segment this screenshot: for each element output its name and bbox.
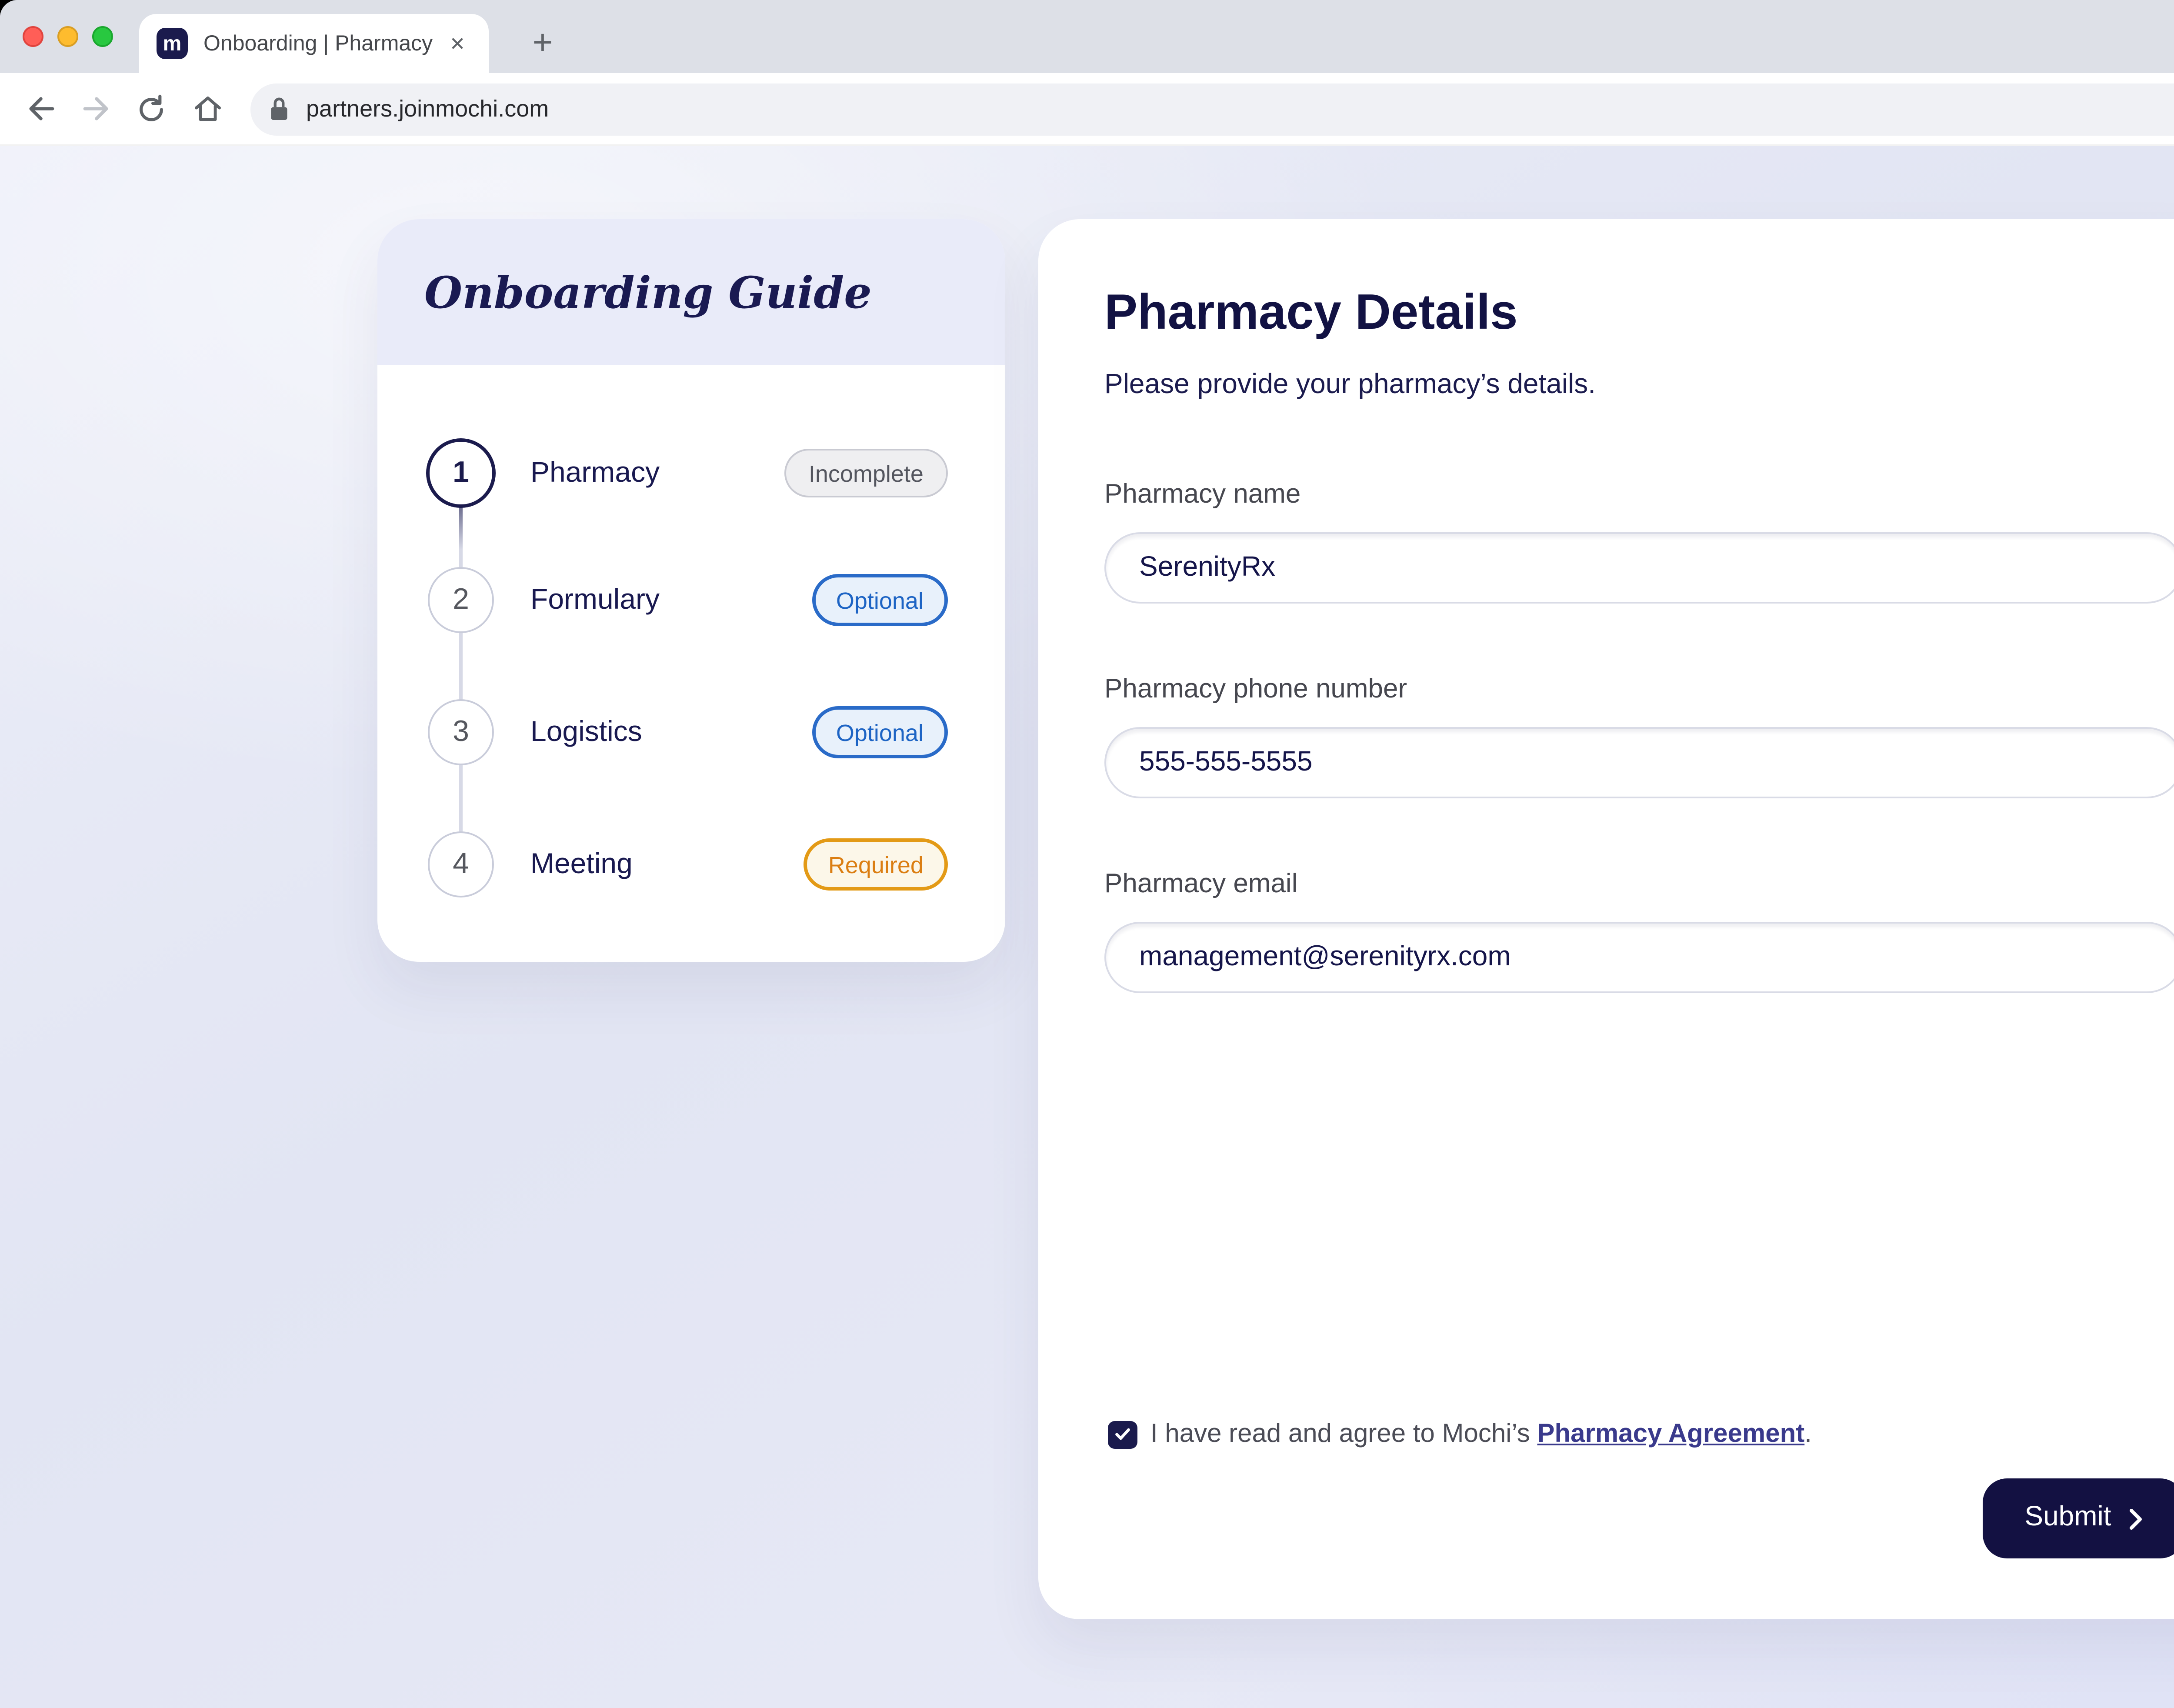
- step-number: 2: [453, 583, 469, 617]
- browser-tab[interactable]: m Onboarding | Pharmacy ✕: [139, 14, 489, 73]
- pharmacy-agreement-link[interactable]: Pharmacy Agreement: [1537, 1419, 1805, 1449]
- sidebar-item-meeting[interactable]: Meeting: [530, 847, 633, 882]
- agreement-row: I have read and agree to Mochi’s Pharmac…: [1108, 1418, 1812, 1452]
- window-close-button[interactable]: [23, 26, 43, 47]
- step-circle-pharmacy[interactable]: 1: [426, 438, 496, 508]
- step-circle-logistics[interactable]: 3: [428, 699, 494, 765]
- agreement-checkbox[interactable]: [1108, 1420, 1137, 1449]
- page-title: Pharmacy Details: [1104, 285, 1518, 343]
- pharmacy-phone-field[interactable]: [1104, 727, 2174, 798]
- submit-button[interactable]: Submit: [1983, 1478, 2174, 1558]
- pharmacy-name-label: Pharmacy name: [1104, 478, 1300, 513]
- onboarding-guide-title: Onboarding Guide: [424, 267, 872, 317]
- agreement-text-after: .: [1804, 1419, 1812, 1449]
- pharmacy-phone-label: Pharmacy phone number: [1104, 673, 1407, 708]
- status-badge-incomplete: Incomplete: [784, 449, 948, 497]
- sidebar-item-logistics[interactable]: Logistics: [530, 715, 642, 750]
- agreement-text: I have read and agree to Mochi’s Pharmac…: [1150, 1418, 1812, 1452]
- window-minimize-button[interactable]: [57, 26, 78, 47]
- step-circle-meeting[interactable]: 4: [428, 831, 494, 897]
- sidebar-item-pharmacy[interactable]: Pharmacy: [530, 456, 660, 490]
- checkmark-icon: [1113, 1425, 1132, 1444]
- pharmacy-email-label: Pharmacy email: [1104, 868, 1298, 903]
- favicon-icon: m: [157, 28, 188, 59]
- step-number: 1: [453, 456, 469, 490]
- status-badge-optional: Optional: [812, 574, 948, 626]
- pharmacy-email-field[interactable]: [1104, 922, 2174, 993]
- lock-icon: [268, 96, 290, 122]
- page-subtitle: Please provide your pharmacy’s details.: [1104, 370, 1596, 402]
- page-background: Onboarding Guide 1 Pharmacy Incomplete 2…: [0, 146, 2174, 1708]
- address-bar[interactable]: partners.joinmochi.com: [250, 83, 2174, 135]
- pharmacy-details-card: Pharmacy Details Please provide your pha…: [1038, 219, 2174, 1619]
- browser-window: m Onboarding | Pharmacy ✕ +: [0, 0, 2174, 1708]
- step-number: 4: [453, 847, 469, 882]
- tab-strip: m Onboarding | Pharmacy ✕ +: [0, 0, 2174, 73]
- onboarding-guide-card: Onboarding Guide 1 Pharmacy Incomplete 2…: [377, 219, 1005, 962]
- forward-icon[interactable]: [70, 83, 122, 135]
- submit-button-label: Submit: [2024, 1503, 2111, 1534]
- onboarding-guide-header: Onboarding Guide: [377, 219, 1005, 365]
- new-tab-button[interactable]: +: [520, 21, 565, 66]
- step-circle-formulary[interactable]: 2: [428, 567, 494, 633]
- tab-close-icon[interactable]: ✕: [443, 30, 471, 57]
- back-icon[interactable]: [14, 83, 66, 135]
- url-text: partners.joinmochi.com: [306, 96, 2174, 122]
- reload-icon[interactable]: [125, 83, 177, 135]
- tab-title: Onboarding | Pharmacy: [203, 31, 433, 56]
- status-badge-optional: Optional: [812, 706, 948, 758]
- home-icon[interactable]: [181, 83, 233, 135]
- agreement-text-before: I have read and agree to Mochi’s: [1150, 1419, 1537, 1449]
- step-number: 3: [453, 715, 469, 750]
- chevron-right-icon: [2129, 1507, 2143, 1530]
- status-badge-required: Required: [804, 838, 948, 891]
- pharmacy-name-field[interactable]: [1104, 532, 2174, 604]
- sidebar-item-formulary[interactable]: Formulary: [530, 583, 660, 617]
- browser-toolbar: partners.joinmochi.com: [0, 73, 2174, 146]
- window-maximize-button[interactable]: [92, 26, 113, 47]
